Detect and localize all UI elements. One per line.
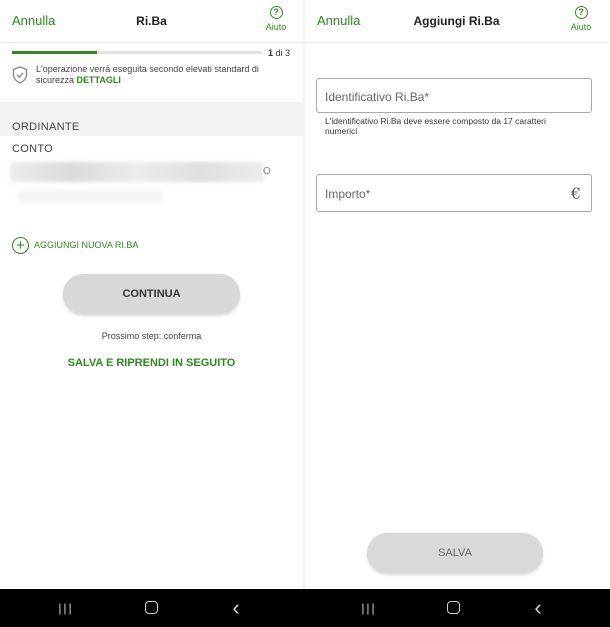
account-detail-redacted xyxy=(18,190,163,202)
help-label: Aiuto xyxy=(570,22,592,32)
add-riba-screen: Annulla Aggiungi Ri.Ba ? Aiuto L'identif… xyxy=(305,0,610,589)
help-icon: ? xyxy=(574,6,588,19)
next-step-text: Prossimo step: conferma xyxy=(101,331,202,341)
riba-screen: Annulla Ri.Ba ? Aiuto 1 di 3 L'operazion… xyxy=(0,0,305,589)
details-link[interactable]: DETTAGLI xyxy=(77,75,121,85)
account-value-redacted[interactable] xyxy=(10,162,264,182)
header: Annulla Ri.Ba ? Aiuto xyxy=(0,0,303,43)
help-button[interactable]: ? Aiuto xyxy=(566,6,596,32)
help-label: Aiuto xyxy=(265,22,287,32)
progress-bar xyxy=(12,51,262,54)
identifier-field[interactable] xyxy=(316,78,592,113)
step-indicator: 1 di 3 xyxy=(268,48,290,58)
home-icon xyxy=(446,601,460,615)
amount-input[interactable] xyxy=(325,187,555,201)
account-label: CONTO xyxy=(12,143,54,155)
help-icon: ? xyxy=(269,6,283,19)
help-button[interactable]: ? Aiuto xyxy=(261,6,291,32)
home-icon xyxy=(144,601,158,615)
home-button[interactable] xyxy=(433,589,473,627)
security-message: L'operazione verrà eseguita secondo elev… xyxy=(36,64,259,85)
save-button[interactable]: SALVA xyxy=(367,533,543,573)
back-icon[interactable]: ‹ xyxy=(518,589,558,627)
plus-circle-icon: + xyxy=(12,236,29,254)
amount-field[interactable]: € xyxy=(316,174,592,212)
continue-button[interactable]: CONTINUA xyxy=(63,274,240,314)
security-text: L'operazione verrà eseguita secondo elev… xyxy=(36,64,286,86)
recent-apps-icon[interactable]: ||| xyxy=(46,589,86,627)
recent-apps-icon[interactable]: ||| xyxy=(349,589,389,627)
back-icon[interactable]: ‹ xyxy=(216,589,256,627)
page-title: Ri.Ba xyxy=(136,14,167,28)
identifier-hint: L'identificativo Ri.Ba deve essere compo… xyxy=(325,116,546,136)
add-riba-button[interactable]: + AGGIUNGI NUOVA RI.BA xyxy=(12,235,138,255)
save-and-resume-button[interactable]: SALVA E RIPRENDI IN SEGUITO xyxy=(0,357,303,369)
account-value-tail: O xyxy=(263,166,271,177)
shield-icon xyxy=(12,66,28,84)
step-total: di 3 xyxy=(273,48,291,58)
euro-icon: € xyxy=(570,184,581,203)
page-title: Aggiungi Ri.Ba xyxy=(413,14,500,28)
header: Annulla Aggiungi Ri.Ba ? Aiuto xyxy=(305,0,608,43)
home-button[interactable] xyxy=(131,589,171,627)
section-ordinante: ORDINANTE xyxy=(12,121,80,133)
add-riba-label: AGGIUNGI NUOVA RI.BA xyxy=(34,240,139,250)
progress-fill xyxy=(12,51,97,54)
system-navbar: ||| ‹ ||| ‹ xyxy=(0,589,610,627)
identifier-input[interactable] xyxy=(325,90,555,104)
